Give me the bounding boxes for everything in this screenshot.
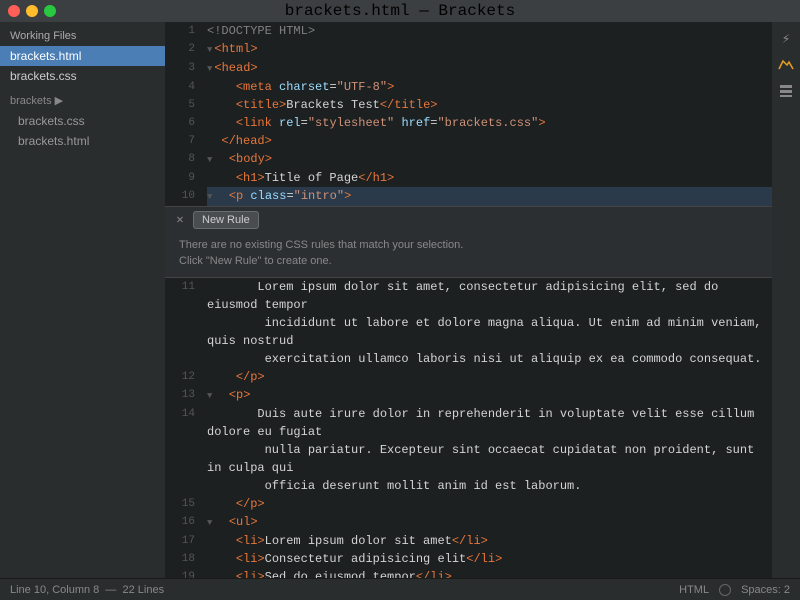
code-line-2: 2 ▼<html> — [165, 40, 772, 59]
code-line-9: 9 <h1>Title of Page</h1> — [165, 169, 772, 187]
status-position: Line 10, Column 8 — 22 Lines — [10, 584, 164, 596]
code-editor[interactable]: 1 <!DOCTYPE HTML> 2 ▼<html> 3 ▼<head> 4 … — [165, 22, 772, 578]
code-line-4: 4 <meta charset="UTF-8"> — [165, 78, 772, 96]
right-panel: ⚡ — [772, 22, 800, 578]
minimize-button[interactable] — [26, 5, 38, 17]
code-line-12: 12 </p> — [165, 368, 772, 386]
inline-css-editor: ✕ New Rule There are no existing CSS rul… — [165, 206, 772, 278]
js-errors-icon[interactable] — [775, 54, 797, 76]
maximize-button[interactable] — [44, 5, 56, 17]
code-line-19: 19 <li>Sed do eiusmod tempor</li> — [165, 568, 772, 578]
sidebar-file-brackets-html[interactable]: brackets.html — [0, 46, 165, 66]
code-line-6: 6 <link rel="stylesheet" href="brackets.… — [165, 114, 772, 132]
code-line-13: 13 ▼ <p> — [165, 386, 772, 405]
fold-arrow-16[interactable]: ▼ — [207, 518, 212, 528]
editor-area: 1 <!DOCTYPE HTML> 2 ▼<html> 3 ▼<head> 4 … — [165, 22, 772, 578]
new-rule-button[interactable]: New Rule — [193, 211, 259, 229]
fold-arrow-3[interactable]: ▼ — [207, 64, 212, 74]
code-line-17: 17 <li>Lorem ipsum dolor sit amet</li> — [165, 532, 772, 550]
code-line-15: 15 </p> — [165, 495, 772, 513]
sidebar-file-brackets-css[interactable]: brackets.css — [0, 66, 165, 86]
code-line-18: 18 <li>Consectetur adipisicing elit</li> — [165, 550, 772, 568]
inline-editor-header: ✕ New Rule — [165, 207, 772, 233]
fold-arrow-10[interactable]: ▼ — [207, 192, 212, 202]
status-circle — [719, 584, 731, 596]
code-line-8: 8 ▼ <body> — [165, 150, 772, 169]
titlebar: brackets.html — Brackets — [0, 0, 800, 22]
file-sync-icon[interactable] — [775, 80, 797, 102]
sidebar-group-label: brackets ▶ — [0, 86, 165, 111]
sidebar-group-file-css[interactable]: brackets.css — [0, 111, 165, 131]
code-line-1: 1 <!DOCTYPE HTML> — [165, 22, 772, 40]
status-spaces[interactable]: Spaces: 2 — [741, 584, 790, 596]
status-right: HTML Spaces: 2 — [679, 584, 790, 596]
code-line-10: 10 ▼ <p class="intro"> — [165, 187, 772, 206]
code-line-11: 11 Lorem ipsum dolor sit amet, consectet… — [165, 278, 772, 368]
code-line-16: 16 ▼ <ul> — [165, 513, 772, 532]
code-line-7: 7 </head> — [165, 132, 772, 150]
close-button[interactable] — [8, 5, 20, 17]
sidebar: Working Files brackets.html brackets.css… — [0, 22, 165, 578]
sidebar-group-file-html[interactable]: brackets.html — [0, 131, 165, 151]
inline-editor-message: There are no existing CSS rules that mat… — [165, 233, 772, 277]
fold-arrow-13[interactable]: ▼ — [207, 391, 212, 401]
working-files-label: Working Files — [0, 22, 165, 46]
inline-close-button[interactable]: ✕ — [173, 213, 187, 227]
window-title: brackets.html — Brackets — [285, 2, 515, 20]
live-preview-icon[interactable]: ⚡ — [775, 28, 797, 50]
code-line-14: 14 Duis aute irure dolor in reprehenderi… — [165, 405, 772, 495]
fold-arrow-2[interactable]: ▼ — [207, 45, 212, 55]
code-line-3: 3 ▼<head> — [165, 59, 772, 78]
code-line-5: 5 <title>Brackets Test</title> — [165, 96, 772, 114]
status-bar: Line 10, Column 8 — 22 Lines HTML Spaces… — [0, 578, 800, 600]
status-language[interactable]: HTML — [679, 584, 709, 596]
fold-arrow-8[interactable]: ▼ — [207, 155, 212, 165]
